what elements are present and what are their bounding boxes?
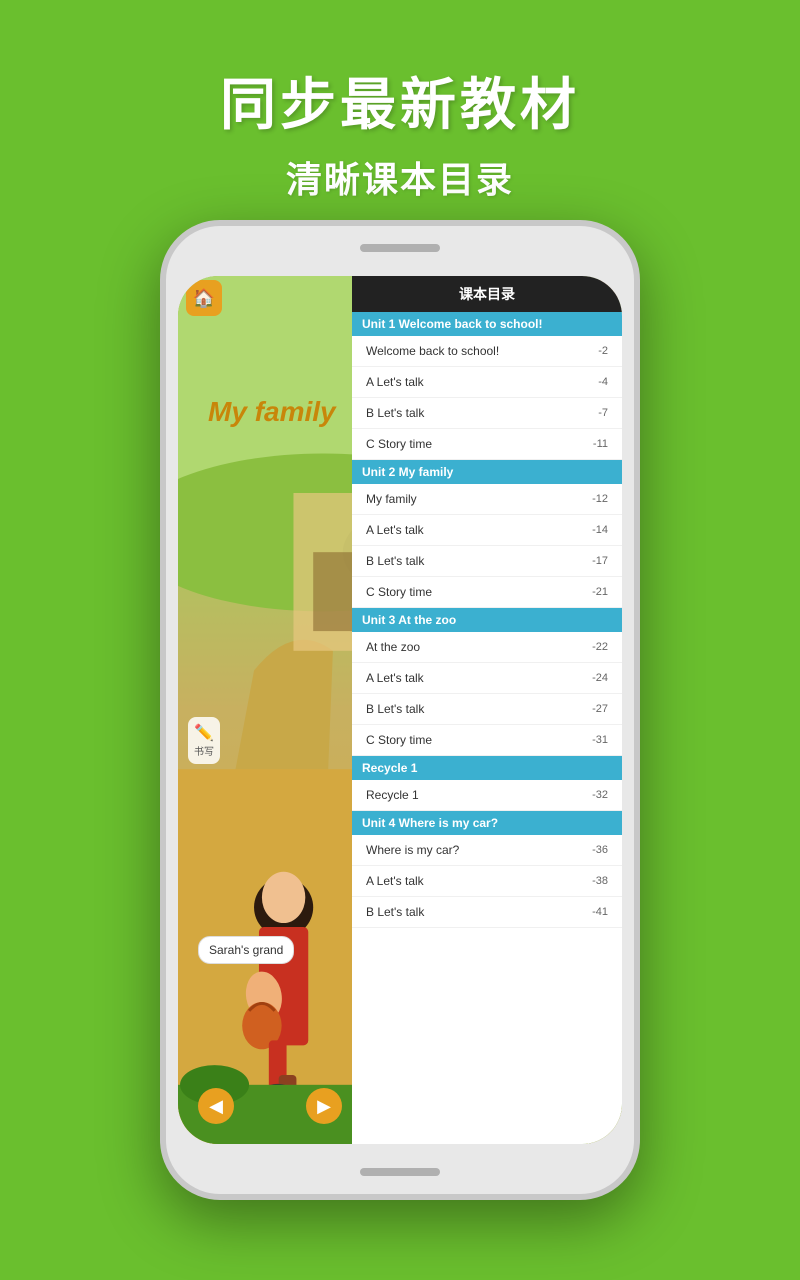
toc-header: 课本目录 bbox=[352, 276, 622, 312]
toc-item-page: -14 bbox=[592, 524, 608, 536]
toc-item-label: B Let's talk bbox=[366, 905, 424, 919]
toc-item-page: -11 bbox=[593, 438, 608, 450]
nav-arrow-left[interactable]: ◀ bbox=[198, 1088, 234, 1124]
toc-item-page: -36 bbox=[592, 844, 608, 856]
toc-item[interactable]: A Let's talk -4 bbox=[352, 367, 622, 398]
toc-item-page: -27 bbox=[592, 703, 608, 715]
toc-item-page: -31 bbox=[592, 734, 608, 746]
toc-item[interactable]: C Story time -21 bbox=[352, 577, 622, 608]
toc-item-label: A Let's talk bbox=[366, 523, 424, 537]
book-title: My family bbox=[208, 396, 336, 428]
toc-item-page: -2 bbox=[598, 345, 608, 357]
toc-item-label: My family bbox=[366, 492, 417, 506]
toc-item-page: -7 bbox=[598, 407, 608, 419]
toc-item-page: -21 bbox=[592, 586, 608, 598]
toc-item[interactable]: A Let's talk -38 bbox=[352, 866, 622, 897]
toc-item[interactable]: B Let's talk -27 bbox=[352, 694, 622, 725]
toc-item[interactable]: Welcome back to school! -2 bbox=[352, 336, 622, 367]
phone-frame: My family ✏️ 书写 Sarah's grand 🏠 设置 目录 bbox=[160, 220, 640, 1200]
toc-item-label: At the zoo bbox=[366, 640, 420, 654]
toc-item[interactable]: C Story time -11 bbox=[352, 429, 622, 460]
toc-item[interactable]: B Let's talk -7 bbox=[352, 398, 622, 429]
nav-arrow-right[interactable]: ▶ bbox=[306, 1088, 342, 1124]
main-title: 同步最新教材 bbox=[0, 60, 800, 141]
phone-mockup: My family ✏️ 书写 Sarah's grand 🏠 设置 目录 bbox=[160, 220, 640, 1200]
toc-item[interactable]: A Let's talk -14 bbox=[352, 515, 622, 546]
toc-item-label: Recycle 1 bbox=[366, 788, 419, 802]
toc-list[interactable]: Unit 1 Welcome back to school!Welcome ba… bbox=[352, 312, 622, 1144]
toc-item[interactable]: Recycle 1 -32 bbox=[352, 780, 622, 811]
home-button[interactable]: 🏠 bbox=[186, 280, 222, 316]
toc-section-header-3: Recycle 1 bbox=[352, 756, 622, 780]
toc-item-label: B Let's talk bbox=[366, 406, 424, 420]
toc-item-page: -41 bbox=[592, 906, 608, 918]
toc-item-label: Welcome back to school! bbox=[366, 344, 499, 358]
phone-notch bbox=[360, 244, 440, 252]
phone-bottom-bar bbox=[360, 1168, 440, 1176]
toc-item-label: Where is my car? bbox=[366, 843, 459, 857]
phone-screen: My family ✏️ 书写 Sarah's grand 🏠 设置 目录 bbox=[178, 276, 622, 1144]
toc-section-header-2: Unit 3 At the zoo bbox=[352, 608, 622, 632]
toc-item-label: C Story time bbox=[366, 585, 432, 599]
writing-tool[interactable]: ✏️ 书写 bbox=[188, 717, 220, 764]
toc-item-page: -32 bbox=[592, 789, 608, 801]
toc-item[interactable]: C Story time -31 bbox=[352, 725, 622, 756]
toc-item[interactable]: A Let's talk -24 bbox=[352, 663, 622, 694]
toc-section-header-4: Unit 4 Where is my car? bbox=[352, 811, 622, 835]
toc-item-page: -4 bbox=[598, 376, 608, 388]
toc-item-page: -38 bbox=[592, 875, 608, 887]
toc-item[interactable]: Where is my car? -36 bbox=[352, 835, 622, 866]
toc-item-label: A Let's talk bbox=[366, 874, 424, 888]
toc-item[interactable]: B Let's talk -41 bbox=[352, 897, 622, 928]
speech-bubble: Sarah's grand bbox=[198, 936, 294, 964]
toc-item-label: C Story time bbox=[366, 437, 432, 451]
toc-item-label: C Story time bbox=[366, 733, 432, 747]
toc-section-header-1: Unit 2 My family bbox=[352, 460, 622, 484]
sub-title: 清晰课本目录 bbox=[0, 151, 800, 203]
toc-item[interactable]: B Let's talk -17 bbox=[352, 546, 622, 577]
toc-item-page: -22 bbox=[592, 641, 608, 653]
toc-item-label: B Let's talk bbox=[366, 702, 424, 716]
toc-section-header-0: Unit 1 Welcome back to school! bbox=[352, 312, 622, 336]
toc-panel: 课本目录 Unit 1 Welcome back to school!Welco… bbox=[352, 276, 622, 1144]
toc-item-page: -24 bbox=[592, 672, 608, 684]
toc-item[interactable]: My family -12 bbox=[352, 484, 622, 515]
toc-item-page: -12 bbox=[592, 493, 608, 505]
home-icon: 🏠 bbox=[193, 288, 215, 309]
toc-item-page: -17 bbox=[592, 555, 608, 567]
toc-item-label: A Let's talk bbox=[366, 375, 424, 389]
toc-item-label: A Let's talk bbox=[366, 671, 424, 685]
toc-item[interactable]: At the zoo -22 bbox=[352, 632, 622, 663]
toc-item-label: B Let's talk bbox=[366, 554, 424, 568]
